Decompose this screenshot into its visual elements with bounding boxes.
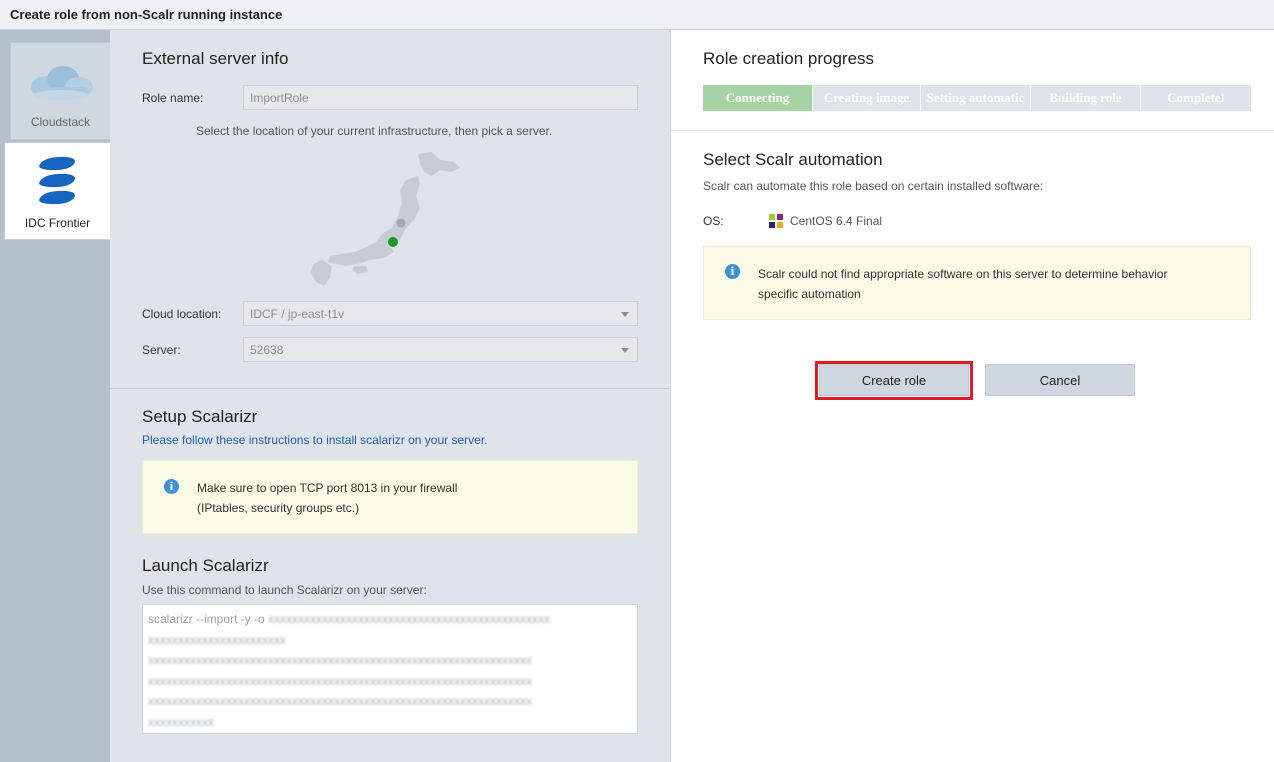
sidebar-item-label: Cloudstack — [30, 115, 91, 129]
info-icon: i — [725, 264, 740, 279]
sidebar-item-label: IDC Frontier — [24, 216, 91, 230]
redacted-text: xxxxxxxxxxxxxxxxxxxxxxxxxxxxxxxxxxxxxxxx… — [148, 694, 532, 708]
os-value: CentOS 6.4 Final — [790, 214, 883, 228]
external-server-panel: External server info Role name: ImportRo… — [110, 30, 670, 762]
section-divider — [671, 130, 1274, 131]
section-title-launch-scalarizr: Launch Scalarizr — [142, 556, 269, 575]
cloud-location-value: IDCF / jp-east-t1v — [250, 307, 345, 321]
progress-step-setting-automation: Setting automatic — [921, 85, 1031, 111]
progress-step-creating-image: Creating image — [813, 85, 921, 111]
automation-subtitle: Scalr can automate this role based on ce… — [703, 179, 1044, 193]
japan-map — [309, 151, 461, 287]
cloud-sidebar: Cloudstack IDC Frontier — [0, 30, 110, 762]
create-role-button[interactable]: Create role — [819, 364, 969, 396]
server-label: Server: — [142, 343, 181, 357]
info-icon: i — [164, 479, 179, 494]
cloud-location-select[interactable]: IDCF / jp-east-t1v — [243, 301, 638, 326]
cloudstack-icon — [30, 66, 93, 100]
automation-info-line1: Scalr could not find appropriate softwar… — [758, 267, 1168, 281]
location-hint: Select the location of your current infr… — [196, 124, 553, 138]
role-name-label: Role name: — [142, 91, 204, 105]
cancel-button[interactable]: Cancel — [985, 364, 1135, 396]
firewall-info-line1: Make sure to open TCP port 8013 in your … — [197, 481, 458, 495]
window-title: Create role from non-Scalr running insta… — [10, 7, 283, 22]
role-name-field[interactable]: ImportRole — [243, 85, 638, 110]
install-instructions-link[interactable]: Please follow these instructions to inst… — [142, 433, 488, 447]
sidebar-item-idc-frontier[interactable]: IDC Frontier — [4, 142, 110, 240]
section-title-setup-scalarizr: Setup Scalarizr — [142, 407, 258, 426]
chevron-down-icon[interactable] — [621, 312, 629, 317]
automation-info-box: i Scalr could not find appropriate softw… — [703, 246, 1251, 320]
progress-step-building-role: Building role — [1031, 85, 1141, 111]
section-title-role-progress: Role creation progress — [703, 49, 875, 68]
firewall-info-line2: (IPtables, security groups etc.) — [197, 501, 360, 515]
server-select[interactable]: 52638 — [243, 337, 638, 362]
launch-command-box[interactable]: scalarizr --import -y -o xxxxxxxxxxxxxxx… — [142, 604, 638, 734]
progress-step-connecting: Connecting — [703, 85, 813, 111]
map-location-dot[interactable] — [396, 218, 406, 228]
redacted-text: xxxxxxxxxxxxxxxxxxxxxxxxxxxxxxxxxxxxxxxx… — [148, 653, 532, 667]
map-selected-location-dot[interactable] — [388, 237, 398, 247]
cloud-location-label: Cloud location: — [142, 307, 222, 321]
launch-command-label: Use this command to launch Scalarizr on … — [142, 583, 427, 597]
section-title-scalr-automation: Select Scalr automation — [703, 150, 883, 169]
chevron-down-icon[interactable] — [621, 348, 629, 353]
progress-steps: Connecting Creating image Setting automa… — [703, 85, 1251, 111]
window-titlebar: Create role from non-Scalr running insta… — [0, 0, 1274, 30]
sidebar-item-cloudstack[interactable]: Cloudstack — [10, 42, 110, 140]
idc-frontier-icon — [38, 156, 75, 205]
centos-icon — [768, 213, 784, 229]
redacted-text: xxxxxxxxxxxxxxxxxxxxxxxxxxxxxxxxxxxxxxxx… — [148, 673, 532, 688]
section-title-external-server: External server info — [142, 49, 289, 68]
launch-command-prefix: scalarizr --import -y -o — [148, 612, 265, 626]
redacted-text: xxxxxxxxxxxxxxxxxxxxxxxxxxxxxxxxxxxxxxxx… — [268, 612, 551, 626]
automation-info-line2: specific automation — [758, 287, 861, 301]
firewall-info-box: i Make sure to open TCP port 8013 in you… — [142, 460, 638, 534]
redacted-text: xxxxxxxxxxx — [148, 714, 214, 729]
role-creation-panel: Role creation progress Connecting Creati… — [670, 30, 1274, 762]
server-value: 52638 — [250, 343, 284, 357]
redacted-text: xxxxxxxxxxxxxxxxxxxxxxx — [148, 632, 286, 647]
os-label: OS: — [703, 214, 724, 228]
progress-step-complete: Complete! — [1141, 85, 1251, 111]
section-divider — [110, 388, 670, 389]
